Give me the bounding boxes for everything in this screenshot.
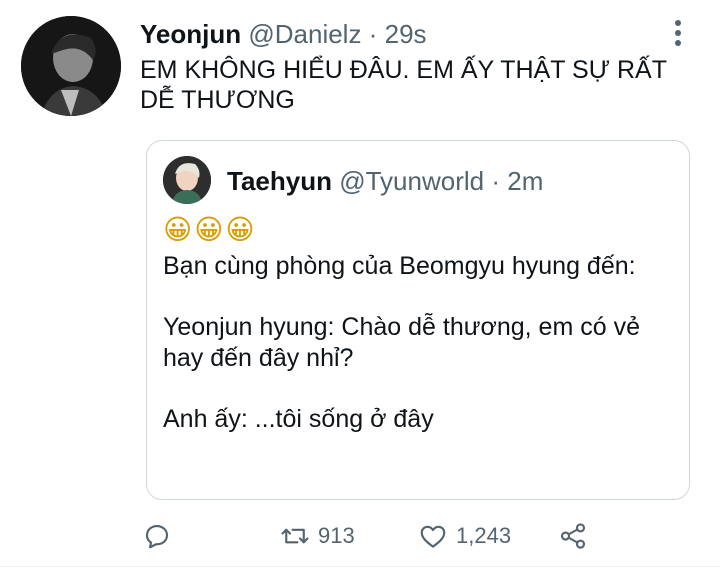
reply-icon <box>145 524 169 549</box>
tweet-time[interactable]: 29s <box>385 19 427 49</box>
author-avatar[interactable] <box>21 16 121 116</box>
retweet-count: 913 <box>318 523 355 548</box>
quoted-avatar-image <box>163 156 211 204</box>
quoted-time[interactable]: 2m <box>507 166 543 196</box>
tweet-header: Yeonjun @Danielz · 29s <box>140 18 427 50</box>
meta-separator: · <box>368 19 378 49</box>
action-bar: 913 1,243 <box>0 516 720 560</box>
quoted-text: Bạn cùng phòng của Beomgyu hyung đến: Ye… <box>163 251 673 465</box>
like-count: 1,243 <box>456 523 512 548</box>
author-avatar-image <box>21 16 121 116</box>
like-icon <box>420 525 446 548</box>
quoted-author-handle[interactable]: @Tyunworld <box>339 166 484 196</box>
more-icon[interactable] <box>668 20 688 50</box>
retweet-button[interactable]: 913 <box>280 516 355 556</box>
quoted-emoji: 😀😀😀 <box>163 214 257 245</box>
share-icon <box>560 523 586 549</box>
quoted-paragraph: Anh ấy: ...tôi sống ở đây <box>163 405 434 433</box>
quoted-paragraph: Yeonjun hyung: Chào dễ thương, em có vẻ … <box>163 313 640 372</box>
share-button[interactable] <box>558 516 588 556</box>
quoted-author-name[interactable]: Taehyun <box>227 166 332 196</box>
retweet-icon <box>281 528 309 544</box>
quoted-tweet[interactable]: Taehyun @Tyunworld · 2m 😀😀😀 Bạn cùng phò… <box>146 140 690 500</box>
tweet-text: EM KHÔNG HIỂU ĐÂU. EM ẤY THẬT SỰ RẤT DỄ … <box>140 56 667 114</box>
author-name[interactable]: Yeonjun <box>140 19 241 49</box>
quoted-header: Taehyun @Tyunworld · 2m <box>227 165 543 197</box>
divider <box>0 566 720 567</box>
quoted-meta-separator: · <box>491 166 501 196</box>
author-handle[interactable]: @Danielz <box>248 19 361 49</box>
reply-button[interactable] <box>142 516 172 556</box>
quoted-author-avatar[interactable] <box>163 156 211 204</box>
tweet: Yeonjun @Danielz · 29s EM KHÔNG HIỂU ĐÂU… <box>0 0 720 570</box>
quoted-paragraph: Bạn cùng phòng của Beomgyu hyung đến: <box>163 252 636 280</box>
like-button[interactable]: 1,243 <box>418 516 511 556</box>
